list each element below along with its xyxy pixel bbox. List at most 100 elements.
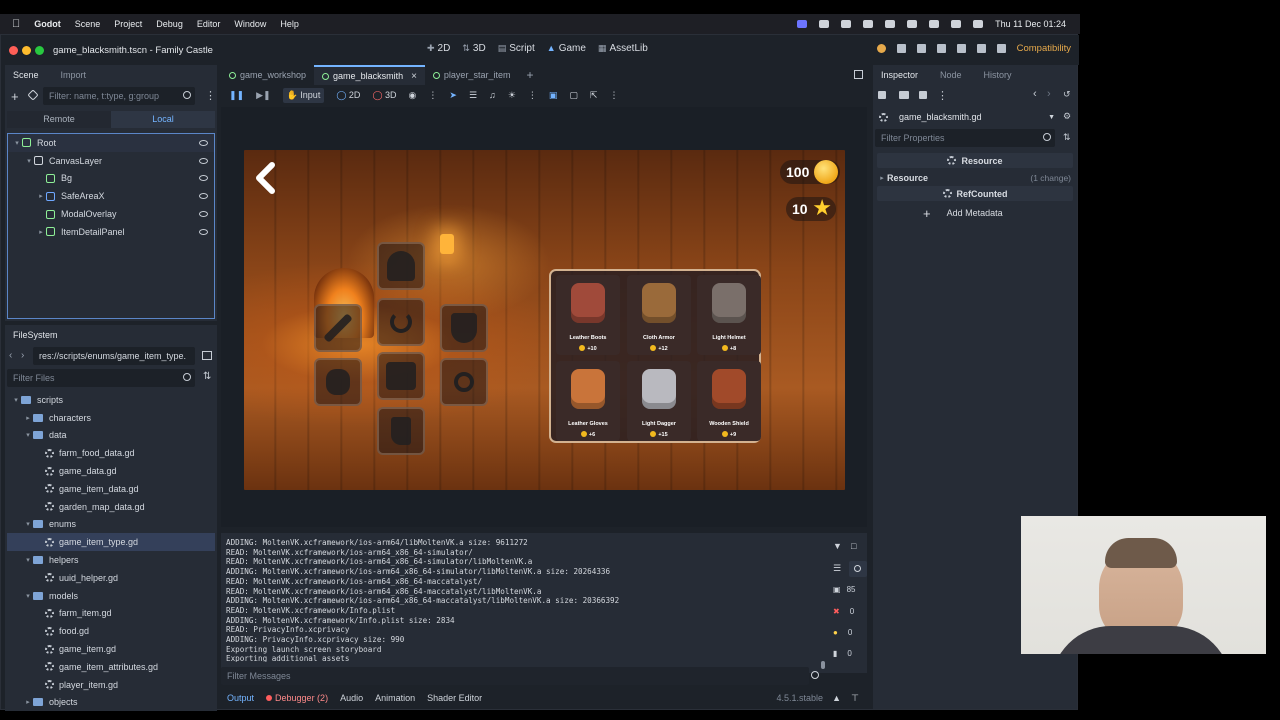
file-item[interactable]: food.gd [7, 622, 215, 640]
list-select-icon[interactable]: ☰ [469, 90, 477, 101]
ring-slot[interactable] [440, 358, 488, 406]
chevron-icon[interactable]: ▾ [23, 556, 33, 564]
2d-toggle[interactable]: ◯ 2D [336, 90, 360, 101]
resource-group-row[interactable]: ▸ Resource (1 change) [877, 170, 1073, 185]
new-resource-icon[interactable] [878, 91, 886, 99]
object-history-icon[interactable]: ↺ [1063, 89, 1071, 100]
path-field[interactable]: res://scripts/enums/game_item_type. [33, 347, 195, 365]
search-output-button[interactable] [849, 561, 867, 577]
3d-toggle[interactable]: ◯ 3D [372, 90, 396, 101]
wifi-icon[interactable] [929, 20, 940, 28]
scene-tab-player-star-item[interactable]: player_star_item [425, 70, 519, 80]
game-screen[interactable]: 100 10 ★ Leather Boots +10 Cloth Armor +12 L… [244, 150, 845, 490]
property-options-icon[interactable]: ⇅ [1063, 132, 1071, 143]
next-frame-icon[interactable]: ▶❚ [256, 90, 270, 101]
expand-panel-icon[interactable]: ⊤ [851, 693, 859, 704]
clear-output-icon[interactable]: ▼ [833, 541, 842, 551]
menu-app-name[interactable]: Godot [34, 19, 61, 29]
tab-filesystem[interactable]: FileSystem [13, 330, 58, 340]
run-scene-icon[interactable] [956, 44, 966, 53]
chevron-icon[interactable]: ▾ [23, 592, 33, 600]
tab-history[interactable]: History [984, 70, 1012, 80]
moon-icon[interactable] [885, 20, 896, 28]
reload-icon[interactable] [876, 44, 886, 53]
input-toggle[interactable]: ✋ Input [282, 87, 325, 103]
scene-node-modaloverlay[interactable]: ModalOverlay [8, 205, 214, 223]
shop-item-card[interactable]: Leather Boots +10 [556, 275, 620, 355]
minimize-window-button[interactable] [22, 46, 31, 55]
visibility-icon[interactable] [199, 157, 208, 164]
tab-inspector[interactable]: Inspector [881, 70, 918, 80]
file-item[interactable]: game_item_type.gd [7, 533, 215, 552]
close-tab-icon[interactable]: × [411, 71, 417, 82]
open-folder-icon[interactable] [899, 91, 909, 99]
tab-3d[interactable]: ⇅ 3D [462, 43, 485, 54]
tab-import[interactable]: Import [61, 70, 87, 80]
armor-slot[interactable] [377, 352, 425, 400]
distraction-free-icon[interactable] [854, 70, 863, 79]
chevron-icon[interactable]: ▸ [23, 698, 33, 706]
renderer-select[interactable]: Compatibility [1017, 43, 1071, 54]
folder-item[interactable]: ▾ helpers [7, 551, 215, 569]
back-icon[interactable] [254, 162, 276, 194]
movie-icon[interactable] [996, 44, 1006, 53]
menu-help[interactable]: Help [280, 19, 299, 29]
remote-tab[interactable]: Remote [7, 111, 111, 128]
folder-item[interactable]: ▾ enums [7, 516, 215, 534]
tab-game[interactable]: ▲ Game [547, 43, 586, 54]
tab-shader-editor[interactable]: Shader Editor [427, 693, 482, 703]
tab-output[interactable]: Output [227, 693, 254, 703]
scene-tab-game-blacksmith[interactable]: game_blacksmith × [314, 65, 425, 85]
filter-properties-input[interactable]: Filter Properties [875, 129, 1055, 147]
audio-icon[interactable]: ♫ [489, 90, 496, 100]
kebab-menu-icon[interactable]: ⋮ [428, 90, 437, 101]
boots-slot[interactable] [377, 407, 425, 455]
add-node-icon[interactable]: + [11, 89, 19, 104]
file-item[interactable]: game_item_data.gd [7, 480, 215, 498]
forward-arrow-icon[interactable]: › [21, 350, 24, 361]
folder-item[interactable]: ▸ characters [7, 409, 215, 427]
battery-icon[interactable] [907, 20, 918, 28]
sort-icon[interactable]: ⇅ [203, 371, 211, 382]
filter-errors-toggle[interactable]: ✖ 0 [833, 607, 854, 616]
word-wrap-icon[interactable]: ☰ [833, 563, 841, 574]
tab-node[interactable]: Node [940, 70, 962, 80]
shop-item-card[interactable]: Light Helmet +8 [697, 275, 761, 355]
search-icon[interactable] [951, 20, 962, 28]
shop-item-card[interactable]: Light Dagger +15 [627, 361, 691, 441]
shop-item-card[interactable]: Wooden Shield +9 [697, 361, 761, 441]
history-forward-icon[interactable]: › [1047, 88, 1051, 100]
scene-node-root[interactable]: ▾ Root [8, 134, 214, 152]
kebab-menu-icon[interactable]: ⋮ [528, 90, 537, 101]
file-item[interactable]: uuid_helper.gd [7, 569, 215, 587]
split-view-icon[interactable] [202, 351, 212, 360]
control-center-icon[interactable] [973, 20, 984, 28]
chevron-icon[interactable]: ▾ [24, 157, 34, 165]
apple-icon[interactable]:  [12, 18, 20, 30]
save-icon[interactable] [919, 91, 927, 99]
link-icon[interactable] [27, 89, 39, 101]
file-item[interactable]: game_item_attributes.gd [7, 658, 215, 676]
chevron-icon[interactable]: ▾ [23, 431, 33, 439]
embed-icon[interactable]: ▣ [549, 90, 558, 101]
add-tab-icon[interactable]: + [518, 68, 541, 82]
scene-filter-input[interactable]: Filter: name, t:type, g:group [43, 87, 195, 105]
file-item[interactable]: farm_item.gd [7, 605, 215, 623]
suspend-icon[interactable]: ❚❚ [229, 90, 244, 101]
back-arrow-icon[interactable]: ‹ [9, 350, 12, 361]
kebab-menu-icon[interactable]: ⋮ [205, 89, 216, 102]
menu-clock[interactable]: Thu 11 Dec 01:24 [995, 19, 1066, 29]
chevron-icon[interactable]: ▾ [12, 139, 22, 147]
visibility-icon[interactable] [199, 139, 208, 146]
shop-item-card[interactable]: Leather Gloves +6 [556, 361, 620, 441]
stretch-icon[interactable]: ⇱ [590, 90, 598, 101]
screen-record-icon[interactable] [797, 20, 808, 28]
file-item[interactable]: player_item.gd [7, 676, 215, 694]
menu-scene[interactable]: Scene [75, 19, 101, 29]
menu-project[interactable]: Project [114, 19, 142, 29]
filter-files-input[interactable]: Filter Files [7, 369, 195, 387]
eye-icon[interactable]: ◉ [409, 90, 417, 101]
menu-debug[interactable]: Debug [156, 19, 183, 29]
visibility-icon[interactable] [199, 193, 208, 200]
stop-icon[interactable] [916, 44, 926, 53]
